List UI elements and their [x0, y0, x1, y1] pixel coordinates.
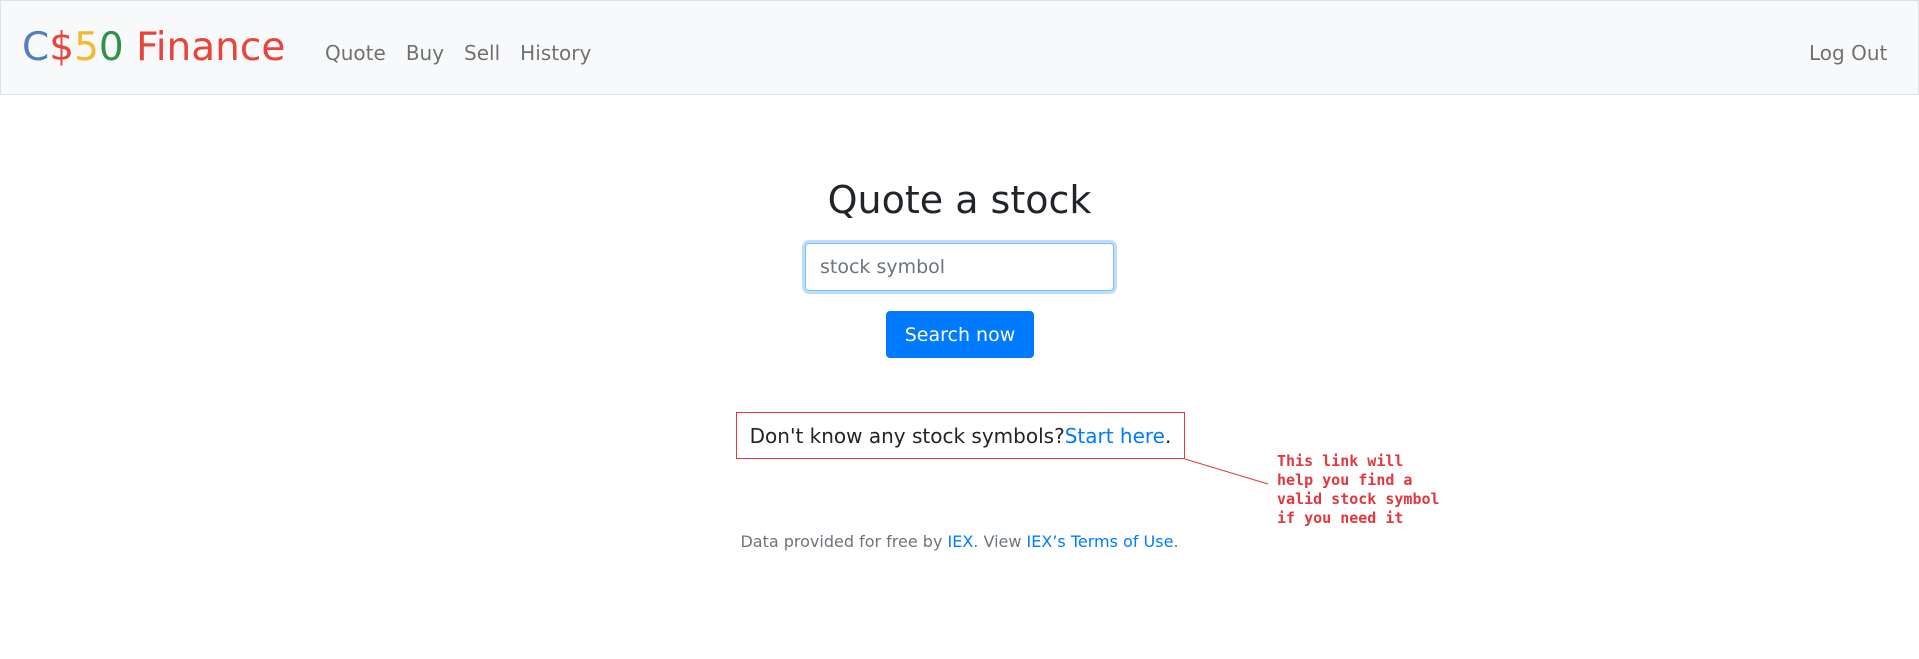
hint-text: Don't know any stock symbols? [749, 423, 1065, 448]
iex-terms-link[interactable]: IEX’s Terms of Use [1027, 532, 1174, 551]
footer-prefix: Data provided for free by [740, 532, 948, 551]
page-title: Quote a stock [827, 178, 1092, 222]
start-here-link[interactable]: Start here [1065, 424, 1165, 448]
iex-link[interactable]: IEX [948, 532, 974, 551]
nav-link-history[interactable]: History [510, 41, 601, 65]
nav-link-sell[interactable]: Sell [454, 41, 510, 65]
brand-word-finance: Finance [123, 25, 286, 70]
hint-box: Don't know any stock symbols? Start here… [736, 412, 1185, 459]
hint-period: . [1164, 423, 1172, 448]
navbar: C$50 Finance Quote Buy Sell History Log … [0, 0, 1919, 95]
nav-links: Quote Buy Sell History [325, 41, 601, 65]
logout-link[interactable]: Log Out [1809, 41, 1919, 65]
brand-letter-c: C [22, 25, 50, 70]
footer: Data provided for free by IEX. View IEX’… [0, 532, 1919, 552]
brand-letter-five: 5 [74, 25, 99, 70]
brand-logo[interactable]: C$50 Finance [22, 25, 285, 71]
annotation-note: This link will help you find a valid sto… [1277, 452, 1440, 527]
brand-letter-zero: 0 [98, 25, 124, 70]
nav-link-quote[interactable]: Quote [325, 41, 396, 65]
stock-symbol-input[interactable] [805, 243, 1114, 291]
brand-letter-dollar: $ [49, 25, 75, 70]
nav-link-buy[interactable]: Buy [396, 41, 454, 65]
footer-middle: . View [973, 532, 1027, 551]
footer-suffix: . [1173, 532, 1179, 551]
search-now-button[interactable]: Search now [886, 311, 1034, 358]
